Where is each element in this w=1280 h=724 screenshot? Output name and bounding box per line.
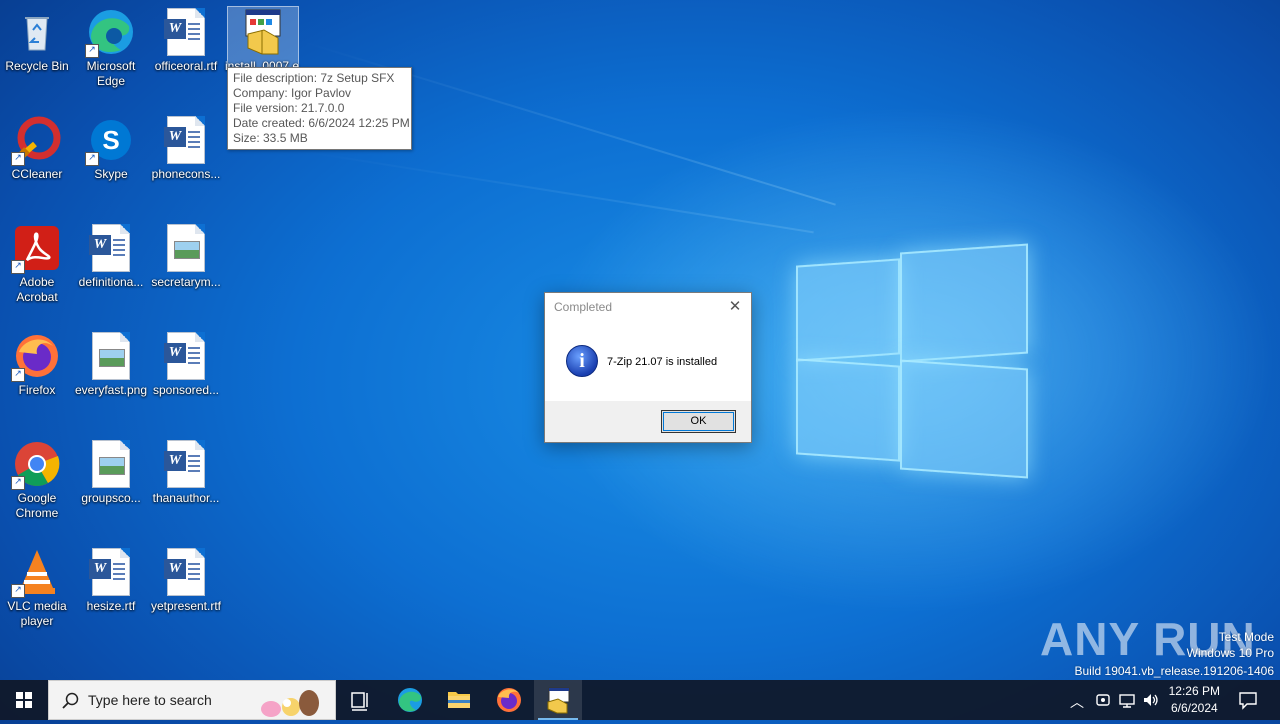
desktop-icon-groupsco[interactable]: groupsco...: [74, 440, 148, 506]
dialog-message: 7-Zip 21.07 is installed: [607, 356, 718, 368]
clock-date: 6/6/2024: [1170, 701, 1218, 715]
info-icon: i: [566, 345, 598, 377]
desktop-icon-google-chrome[interactable]: ↗ Google Chrome: [0, 440, 74, 521]
dialog-title: Completed: [554, 300, 613, 314]
desktop-icon-recycle-bin[interactable]: Recycle Bin: [0, 8, 74, 74]
desktop-icon-secretarym[interactable]: secretarym...: [149, 224, 223, 290]
windows-start-icon: [16, 692, 32, 708]
desktop-icon-vlc[interactable]: ↗ VLC media player: [0, 548, 74, 629]
tooltip-line: Company: Igor Pavlov: [233, 86, 352, 100]
vlc-icon: ↗: [11, 548, 61, 598]
desktop-icon-sponsored[interactable]: W sponsored...: [149, 332, 223, 398]
task-view-button[interactable]: [336, 680, 384, 720]
svg-text:S: S: [102, 125, 119, 155]
taskbar-clock[interactable]: 12:26 PM 6/6/2024: [1169, 683, 1220, 717]
recycle-bin-icon: [13, 8, 61, 56]
tooltip-line: Size: 33.5 MB: [233, 131, 308, 145]
file-tooltip: File description: 7z Setup SFX Company: …: [227, 67, 412, 150]
volume-icon[interactable]: [1142, 691, 1160, 709]
tooltip-line: File description: 7z Setup SFX: [233, 71, 395, 85]
search-highlight-illustration: [261, 690, 319, 717]
desktop-icon-everyfast[interactable]: everyfast.png: [74, 332, 148, 398]
word-document-icon: W: [162, 116, 210, 164]
taskbar-firefox-button[interactable]: [485, 680, 533, 720]
completed-dialog: Completed ✕ i 7-Zip 21.07 is installed O…: [544, 292, 752, 443]
task-view-icon: [351, 692, 368, 711]
light-beam: [299, 150, 814, 234]
word-document-icon: W: [87, 548, 135, 596]
chrome-icon: ↗: [11, 440, 61, 490]
image-file-icon: [162, 224, 210, 272]
desktop-icon-definitiona[interactable]: W definitiona...: [74, 224, 148, 290]
word-document-icon: W: [162, 8, 210, 56]
build-text: Build 19041.vb_release.191206-1406: [1074, 664, 1275, 678]
close-icon[interactable]: ✕: [719, 293, 751, 321]
ok-button[interactable]: OK: [661, 410, 736, 433]
ccleaner-icon: ↗: [11, 116, 61, 166]
folder-icon: [448, 692, 470, 708]
installer-icon: [238, 8, 286, 56]
start-button[interactable]: [0, 680, 48, 720]
meet-now-icon[interactable]: [1094, 691, 1112, 709]
word-document-icon: W: [162, 332, 210, 380]
word-document-icon: W: [87, 224, 135, 272]
taskbar-file-explorer-button[interactable]: [435, 680, 483, 720]
chevron-up-icon[interactable]: ︿: [1070, 692, 1084, 712]
tooltip-line: File version: 21.7.0.0: [233, 101, 345, 115]
image-file-icon: [87, 440, 135, 488]
desktop-icon-skype[interactable]: S ↗ Skype: [74, 116, 148, 182]
image-file-icon: [87, 332, 135, 380]
word-document-icon: W: [162, 548, 210, 596]
edge-icon: ↗: [85, 8, 135, 58]
search-icon: [62, 692, 79, 709]
desktop-icon-installer[interactable]: install_0007.e...: [225, 8, 309, 74]
skype-icon: S ↗: [85, 116, 135, 166]
desktop-icon-phonecons[interactable]: W phonecons...: [149, 116, 223, 182]
taskbar-installer-button[interactable]: [534, 680, 582, 720]
clock-time: 12:26 PM: [1168, 684, 1220, 698]
windows-logo: [796, 242, 1028, 479]
dialog-footer: OK: [545, 401, 751, 442]
firefox-icon: ↗: [11, 332, 61, 382]
taskbar-search-box[interactable]: Type here to search: [48, 680, 336, 720]
windows-edition-text: Windows 10 Pro: [1186, 646, 1274, 660]
desktop-icon-adobe-acrobat[interactable]: ↗ Adobe Acrobat: [0, 224, 74, 305]
installer-icon: [547, 687, 570, 714]
desktop-icon-firefox[interactable]: ↗ Firefox: [0, 332, 74, 398]
desktop-icon-hesize[interactable]: W hesize.rtf: [74, 548, 148, 614]
desktop-icon-thanauthor[interactable]: W thanauthor...: [149, 440, 223, 506]
search-placeholder: Type here to search: [88, 692, 212, 708]
desktop-icon-ccleaner[interactable]: ↗ CCleaner: [0, 116, 74, 182]
firefox-icon: [497, 688, 521, 712]
notification-center-icon[interactable]: [1238, 690, 1258, 710]
edge-icon: [398, 688, 422, 712]
taskbar-edge-button[interactable]: [386, 680, 434, 720]
desktop-icon-microsoft-edge[interactable]: ↗ Microsoft Edge: [74, 8, 148, 89]
desktop-icon-officeoral[interactable]: W officeoral.rtf: [149, 8, 223, 74]
tooltip-line: Date created: 6/6/2024 12:25 PM: [233, 116, 410, 130]
desktop-icon-yetpresent[interactable]: W yetpresent.rtf: [149, 548, 223, 614]
test-mode-text: Test Mode: [1218, 630, 1274, 644]
word-document-icon: W: [162, 440, 210, 488]
taskbar: Type here to search ︿ 12:26 PM 6/6/2024: [0, 680, 1280, 720]
network-icon[interactable]: [1118, 691, 1136, 709]
acrobat-icon: ↗: [11, 224, 61, 274]
